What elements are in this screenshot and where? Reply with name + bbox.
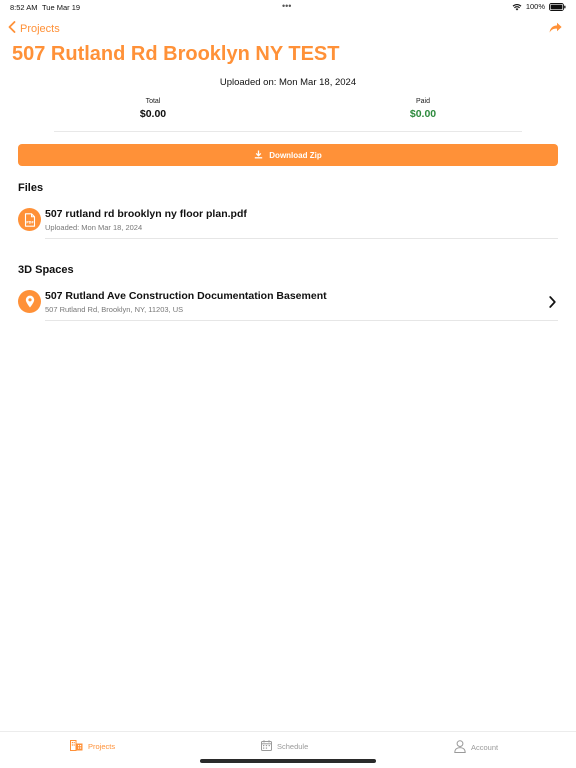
status-indicators: 100% [512,2,566,11]
back-button[interactable]: Projects [8,21,60,36]
calendar-icon [261,740,272,753]
location-pin-icon [18,290,41,313]
tab-schedule-label: Schedule [277,742,309,751]
page-title: 507 Rutland Rd Brooklyn NY TEST [12,43,340,65]
chevron-left-icon [8,21,16,36]
status-bar: 8:52 AM Tue Mar 19 ••• 100% [0,0,576,14]
paid-column: Paid $0.00 [363,98,483,120]
uploaded-date: Uploaded on: Mon Mar 18, 2024 [219,77,357,88]
pdf-file-icon: PDF [18,208,41,231]
battery-icon [549,2,566,11]
battery-percent: 100% [525,2,545,11]
home-indicator[interactable] [200,759,376,763]
spaces-section-title: 3D Spaces [18,264,74,276]
file-name: 507 rutland rd brooklyn ny floor plan.pd… [45,208,247,220]
status-date: Tue Mar 19 [42,3,81,12]
chevron-right-icon[interactable] [549,295,556,313]
status-time: 8:52 AM [10,3,38,12]
wifi-icon [512,3,522,11]
download-icon [254,150,263,161]
file-upload-date: Uploaded: Mon Mar 18, 2024 [45,223,143,232]
person-icon [454,740,466,755]
total-label: Total [145,98,161,105]
space-name: 507 Rutland Ave Construction Documentati… [45,290,327,302]
tab-projects-label: Projects [88,742,116,751]
paid-value: $0.00 [409,108,437,120]
tab-projects[interactable]: Projects [70,740,115,753]
total-column: Total $0.00 [93,98,213,120]
tab-account[interactable]: Account [454,740,498,755]
back-button-label: Projects [20,22,60,35]
tab-account-label: Account [471,743,499,752]
multitasking-dots[interactable]: ••• [282,1,291,11]
tab-schedule[interactable]: Schedule [261,740,308,753]
space-address: 507 Rutland Rd, Brooklyn, NY, 11203, US [45,305,184,314]
divider [54,131,522,132]
paid-label: Paid [415,98,430,105]
total-value: $0.00 [139,108,167,120]
space-list-item[interactable]: 507 Rutland Ave Construction Documentati… [18,287,558,321]
file-list-item[interactable]: PDF 507 rutland rd brooklyn ny floor pla… [18,205,558,239]
projects-icon [70,740,83,753]
share-arrow-icon[interactable] [549,21,562,39]
divider [45,238,558,239]
divider [45,320,558,321]
download-zip-button[interactable]: Download Zip [18,144,558,166]
files-section-title: Files [18,182,44,194]
svg-text:PDF: PDF [26,220,34,224]
download-zip-label: Download Zip [269,150,322,160]
